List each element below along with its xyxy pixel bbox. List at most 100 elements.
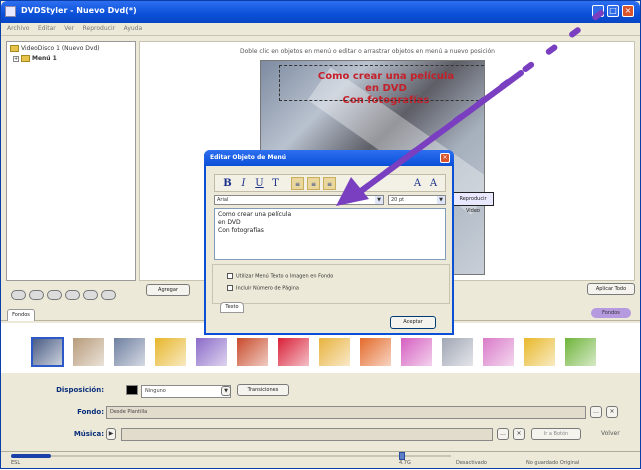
background-thumbnail[interactable]	[400, 337, 433, 367]
background-thumbnail[interactable]	[113, 337, 146, 367]
application-window: DVDStyler - Nuevo Dvd(*) _ □ × Archivo E…	[0, 0, 641, 469]
background-thumbnail[interactable]	[359, 337, 392, 367]
maximize-button[interactable]: □	[607, 5, 619, 17]
font-shrink-button[interactable]: A	[427, 177, 440, 190]
nav-round-button[interactable]	[29, 290, 44, 300]
checkbox-row-2[interactable]: Incluir Número de Página	[227, 285, 299, 292]
background-thumbnail[interactable]	[277, 337, 310, 367]
status-mode: Desactivado	[456, 460, 487, 466]
chevron-down-icon[interactable]: ▼	[221, 386, 231, 396]
menu-item-ver[interactable]: Ver	[64, 25, 74, 32]
font-name-select[interactable]: Arial ▼	[214, 195, 384, 205]
background-thumbnail[interactable]	[318, 337, 351, 367]
disc-usage-marker[interactable]	[399, 452, 405, 460]
musica-field[interactable]	[121, 428, 493, 441]
title-bar: DVDStyler - Nuevo Dvd(*) _ □ ×	[1, 1, 640, 23]
selection-frame[interactable]	[279, 65, 484, 101]
music-play-icon[interactable]: ▶	[106, 428, 116, 440]
nav-round-button[interactable]	[83, 290, 98, 300]
edit-menu-object-dialog: Editar Objeto de Menú × B I U T ≡ ≡ ≡ A …	[204, 150, 454, 335]
checkbox-1[interactable]	[227, 273, 233, 279]
project-tree[interactable]: VideoDisco 1 (Nuevo Dvd) + Menú 1	[6, 41, 136, 281]
folder-icon	[10, 45, 19, 52]
disc-usage-bar	[11, 454, 51, 458]
close-button[interactable]: ×	[622, 5, 634, 17]
menu-item-archivo[interactable]: Archivo	[7, 25, 29, 32]
menu-bar: Archivo Editar Ver Reproducir Ayuda	[1, 23, 640, 36]
apply-all-button[interactable]: Aplicar Todo	[587, 283, 635, 295]
musica-label: Música:	[73, 430, 104, 438]
status-left: ESL	[11, 460, 21, 466]
dialog-tab-panel: Utilizar Menú Texto o Imagen en Fondo In…	[212, 264, 450, 304]
checkbox-row-1[interactable]: Utilizar Menú Texto o Imagen en Fondo	[227, 273, 333, 280]
italic-button[interactable]: I	[237, 177, 250, 190]
menu-folder-icon	[21, 55, 30, 62]
dialog-title: Editar Objeto de Menú	[204, 150, 454, 166]
goto-button[interactable]: Ir a Botón	[531, 428, 581, 440]
nav-round-button[interactable]	[47, 290, 62, 300]
background-thumbnail[interactable]	[564, 337, 597, 367]
musica-clear-button[interactable]: ×	[513, 428, 525, 440]
menu-item-editar[interactable]: Editar	[38, 25, 56, 32]
background-thumbnail[interactable]	[72, 337, 105, 367]
menu-item-ayuda[interactable]: Ayuda	[124, 25, 143, 32]
align-right-button[interactable]: ≡	[323, 177, 336, 190]
align-left-button[interactable]: ≡	[291, 177, 304, 190]
dialog-close-button[interactable]: ×	[440, 153, 450, 163]
nav-round-button[interactable]	[11, 290, 26, 300]
editor-instruction: Doble clic en objetos en menú o editar o…	[240, 48, 495, 55]
underline-button[interactable]: U	[253, 177, 266, 190]
font-row: Arial ▼ 20 pt ▼	[214, 195, 446, 205]
background-filmstrip[interactable]	[31, 337, 611, 367]
fondo-clear-button[interactable]: ×	[606, 406, 618, 418]
transitions-button[interactable]: Transiciones	[237, 384, 289, 396]
nav-round-button[interactable]	[101, 290, 116, 300]
background-thumbnail[interactable]	[195, 337, 228, 367]
menu-item-reproducir[interactable]: Reproducir	[83, 25, 115, 32]
back-label: Volver	[601, 430, 620, 437]
format-toolbar: B I U T ≡ ≡ ≡ A A	[214, 174, 446, 192]
add-button[interactable]: Agregar	[146, 284, 190, 296]
background-thumbnail[interactable]	[154, 337, 187, 367]
background-thumbnail[interactable]	[523, 337, 556, 367]
background-thumbnail[interactable]	[441, 337, 474, 367]
backgrounds-pill-button[interactable]: Fondos	[591, 308, 631, 318]
fondo-browse-button[interactable]: …	[590, 406, 602, 418]
accept-button[interactable]: Aceptar	[390, 316, 436, 329]
menu-text-input[interactable]: Como crear una película en DVD Con fotog…	[214, 208, 446, 260]
expand-icon[interactable]: +	[13, 55, 19, 62]
background-thumbnail[interactable]	[31, 337, 64, 367]
color-swatch[interactable]	[126, 385, 138, 395]
tree-menu-row[interactable]: + Menú 1	[13, 55, 57, 62]
font-grow-button[interactable]: A	[411, 177, 424, 190]
checkbox-1-label: Utilizar Menú Texto o Imagen en Fondo	[236, 273, 334, 280]
chevron-down-icon[interactable]: ▼	[437, 196, 445, 204]
chevron-down-icon[interactable]: ▼	[375, 196, 383, 204]
fondo-label: Fondo:	[77, 408, 104, 416]
disposicion-select[interactable]: Ninguno	[141, 385, 231, 398]
disposicion-value: Ninguno	[145, 388, 166, 394]
status-size: 4.7G	[399, 460, 411, 466]
tree-root-label: VideoDisco 1 (Nuevo Dvd)	[21, 45, 100, 52]
font-size-value: 20 pt	[391, 197, 405, 203]
minimize-button[interactable]: _	[592, 5, 604, 17]
checkbox-2-label: Incluir Número de Página	[236, 285, 299, 292]
tree-root-row[interactable]: VideoDisco 1 (Nuevo Dvd)	[10, 45, 100, 52]
tab-fondos[interactable]: Fondos	[7, 309, 35, 321]
dialog-tab-text[interactable]: Texto	[220, 302, 244, 313]
fondo-field[interactable]: Desde Plantilla	[106, 406, 586, 419]
disc-usage-track	[51, 455, 451, 457]
nav-round-button[interactable]	[65, 290, 80, 300]
checkbox-2[interactable]	[227, 285, 233, 291]
disposicion-label: Disposición:	[56, 386, 104, 394]
musica-browse-button[interactable]: …	[497, 428, 509, 440]
bold-button[interactable]: B	[221, 177, 234, 190]
menu-play-button-object[interactable]: Reproducir Video	[452, 192, 494, 214]
align-center-button[interactable]: ≡	[307, 177, 320, 190]
font-size-select[interactable]: 20 pt ▼	[388, 195, 446, 205]
strikethrough-button[interactable]: T	[269, 177, 282, 190]
background-thumbnail[interactable]	[482, 337, 515, 367]
window-title: DVDStyler - Nuevo Dvd(*)	[21, 6, 137, 15]
status-bar: ESL 4.7G Desactivado No guardado Origina…	[1, 451, 640, 468]
background-thumbnail[interactable]	[236, 337, 269, 367]
